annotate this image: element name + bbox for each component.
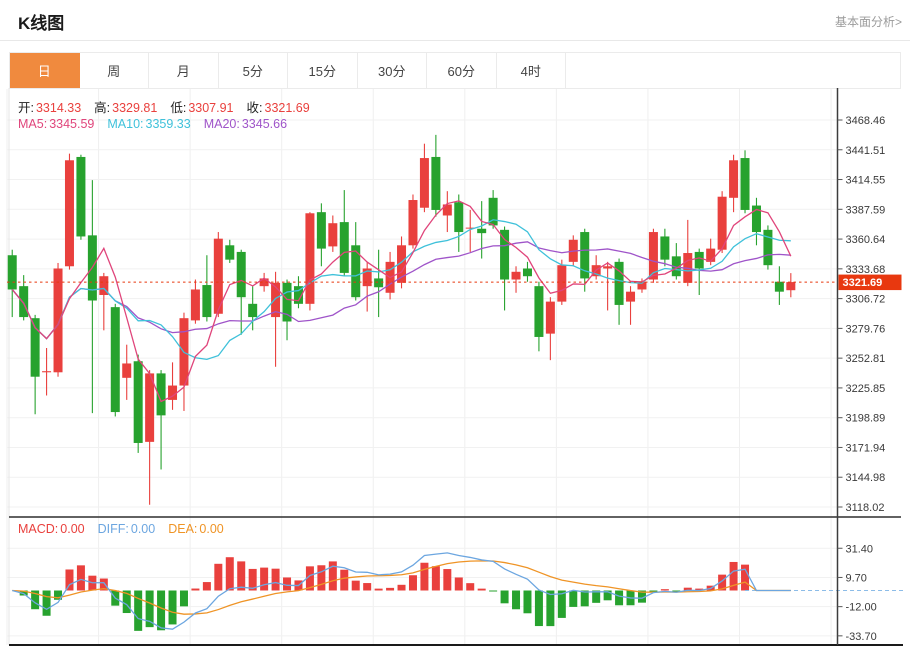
- title-divider: [0, 40, 910, 41]
- svg-text:3468.46: 3468.46: [846, 115, 886, 127]
- svg-text:3333.68: 3333.68: [846, 264, 886, 276]
- ohlc-legend-item: 低:3307.91: [170, 97, 233, 116]
- tab-月[interactable]: 月: [149, 53, 219, 88]
- candlestick-layer: [8, 135, 796, 505]
- ma-legend-item: MA10:3359.33: [107, 117, 190, 131]
- svg-text:9.70: 9.70: [846, 572, 867, 584]
- svg-text:3171.94: 3171.94: [846, 442, 886, 454]
- price-tag: 3321.69: [839, 275, 902, 291]
- tab-60分[interactable]: 60分: [427, 53, 497, 88]
- svg-text:-12.00: -12.00: [846, 602, 877, 614]
- svg-text:3225.85: 3225.85: [846, 383, 886, 395]
- tab-4时[interactable]: 4时: [497, 53, 567, 88]
- ma-legend: MA5:3345.59 MA10:3359.33 MA20:3345.66: [18, 115, 300, 133]
- ohlc-legend: 开:3314.33 高:3329.81 低:3307.91 收:3321.69: [18, 97, 323, 117]
- svg-text:3387.59: 3387.59: [846, 204, 886, 216]
- svg-text:3144.98: 3144.98: [846, 472, 886, 484]
- ohlc-legend-item: 收:3321.69: [247, 97, 310, 116]
- svg-text:3414.55: 3414.55: [846, 175, 886, 187]
- tab-日[interactable]: 日: [10, 53, 80, 88]
- tab-30分[interactable]: 30分: [358, 53, 428, 88]
- svg-text:3321.69: 3321.69: [843, 277, 883, 289]
- tab-5分[interactable]: 5分: [219, 53, 289, 88]
- page-title: K线图: [18, 9, 64, 34]
- macd-legend: MACD:0.00 DIFF:0.00 DEA:0.00: [18, 520, 237, 538]
- svg-text:3279.76: 3279.76: [846, 323, 886, 335]
- ohlc-legend-item: 开:3314.33: [18, 97, 81, 116]
- period-tab-bar: 日周月5分15分30分60分4时: [9, 52, 901, 89]
- ma-legend-item: MA20:3345.66: [204, 117, 287, 131]
- kline-widget: K线图 基本面分析> 日周月5分15分30分60分4时 开:3314.33 高:3…: [0, 0, 910, 650]
- fundamental-analysis-link[interactable]: 基本面分析>: [835, 13, 902, 30]
- macd-legend-item: DIFF:0.00: [98, 522, 156, 536]
- macd-legend-item: DEA:0.00: [168, 522, 224, 536]
- ohlc-legend-item: 高:3329.81: [94, 97, 157, 116]
- kline-chart[interactable]: 3468.46 3441.51 3414.55 3387.59 3360.64 3333.…: [0, 88, 910, 650]
- axis-labels: 3468.46 3441.51 3414.55 3387.59 3360.64 3333.…: [838, 115, 886, 643]
- svg-text:3441.51: 3441.51: [846, 145, 886, 157]
- frame: [9, 88, 903, 645]
- ma-legend-item: MA5:3345.59: [18, 117, 94, 131]
- svg-text:-33.70: -33.70: [846, 631, 877, 643]
- svg-text:3118.02: 3118.02: [846, 502, 885, 514]
- svg-text:3252.81: 3252.81: [846, 353, 886, 365]
- tab-周[interactable]: 周: [80, 53, 150, 88]
- macd-layer: [12, 553, 903, 631]
- svg-text:3306.72: 3306.72: [846, 294, 886, 306]
- tab-15分[interactable]: 15分: [288, 53, 358, 88]
- macd-legend-item: MACD:0.00: [18, 522, 85, 536]
- svg-text:31.40: 31.40: [846, 543, 874, 555]
- svg-text:3360.64: 3360.64: [846, 234, 886, 246]
- svg-text:3198.89: 3198.89: [846, 413, 886, 425]
- kline-chart-svg: 3468.46 3441.51 3414.55 3387.59 3360.64 3333.…: [0, 88, 910, 650]
